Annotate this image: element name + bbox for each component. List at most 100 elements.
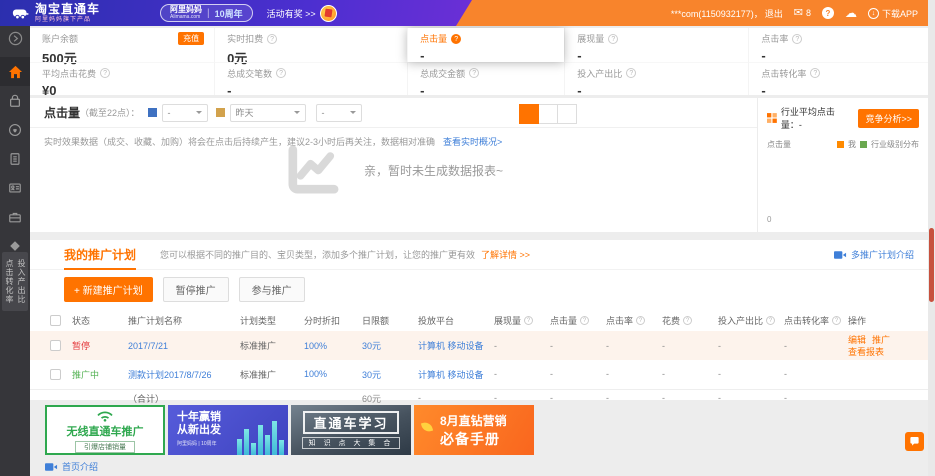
mail-icon: ✉ [794,8,803,19]
sidebar-item-home[interactable] [0,57,30,86]
info-icon[interactable]: ? [608,34,618,44]
prize-icon[interactable] [320,5,337,22]
banner-wireless-promo[interactable]: 无线直通车推广 引爆店铺销量 [45,405,165,455]
campaign-name-link[interactable]: 2017/7/21 [128,341,168,351]
info-icon[interactable]: ? [100,68,110,78]
sidebar-item-reports[interactable] [0,144,30,173]
logout-link[interactable]: 退出 [765,7,783,20]
column-header: 投入产出比? [716,309,782,331]
sidebar-item-account[interactable] [0,173,30,202]
banner-august-handbook[interactable]: 8月直钻营销 必备手册 [414,405,534,455]
stat-card[interactable]: 实时扣费 ? 0元 [214,28,407,62]
discount-link[interactable]: 100% [304,369,327,379]
learn-more-link[interactable]: 了解详情 >> [481,248,530,261]
info-icon[interactable]: ? [792,34,802,44]
download-app-button[interactable]: ↓ 下载APP [868,7,918,20]
daily-limit-link[interactable]: 30元 [362,370,381,380]
stat-card[interactable]: 投入产出比 ? - [564,62,748,96]
cloud-service-icon[interactable]: ☁ [845,7,857,19]
row-operations [846,360,928,389]
banner-ten-year[interactable]: 十年赢销 从新出发 阿里妈妈 | 10周年 [168,405,288,455]
column-header: 日限额 [360,309,416,331]
campaign-row: 推广中 测款计划2017/8/7/26 标准推广 100% 30元 计算机 移动… [30,360,928,389]
series-b-select[interactable]: - [316,104,362,122]
info-icon[interactable]: ? [832,316,841,325]
stat-value: - [227,83,397,98]
sidebar-item-favorites[interactable] [0,115,30,144]
logo-title: 淘宝直通车 [35,3,100,15]
sidebar-item-shop[interactable] [0,86,30,115]
stat-card[interactable]: 总成交金额 ? - [407,62,564,96]
sidebar-expand-button[interactable] [8,31,23,49]
page-scrollbar[interactable] [928,0,935,476]
stat-card[interactable]: 点击率 ? - [748,28,928,62]
industry-mini-chart: 0 [767,154,919,232]
series-a-select[interactable]: - [162,104,208,122]
stat-card[interactable]: 点击转化率 ? - [748,62,928,96]
stat-label: 总成交笔数 [227,67,272,80]
info-icon[interactable]: ? [636,316,645,325]
edit-link[interactable]: 编辑 [848,334,866,346]
info-icon[interactable]: ? [580,316,589,325]
promote-link[interactable]: 推广 [872,334,890,346]
platform-link[interactable]: 计算机 移动设备 [418,341,484,351]
platform-link[interactable]: 计算机 移动设备 [418,370,484,380]
device-tab[interactable] [557,104,577,124]
info-icon[interactable]: ? [524,316,533,325]
shortcut-roi[interactable]: 投入产出比 [16,259,26,304]
stat-card[interactable]: 展现量 ? - [564,28,748,62]
tab-my-campaigns[interactable]: 我的推广计划 [64,240,136,270]
stat-card[interactable]: 点击量 ? - [407,28,564,62]
info-icon[interactable]: ? [810,68,820,78]
campaign-actions: + 新建推广计划 暂停推广 参与推广 [30,270,928,309]
stat-value: - [577,83,738,98]
scrollbar-thumb[interactable] [929,228,934,302]
info-icon[interactable]: ? [766,316,775,325]
leaf-decoration [421,421,433,433]
banner-learning[interactable]: 直通车学习 知 识 点 大 集 合 [291,405,411,455]
help-icon[interactable]: ? [822,7,834,19]
stat-card[interactable]: 账户余额 ? 充值 500元 [30,28,214,62]
homepage-intro-link[interactable]: 首页介绍 [45,460,98,473]
info-icon[interactable]: ? [626,68,636,78]
stat-card[interactable]: 平均点击花费 ? ¥0 [30,62,214,96]
series-b-color-swatch [216,108,225,117]
activity-reward-link[interactable]: 活动有奖 >> [267,7,316,20]
row-checkbox[interactable] [50,369,61,380]
view-report-link[interactable]: 查看报表 [848,346,884,358]
clicks-value: - [550,369,553,379]
campaign-name-link[interactable]: 测款计划2017/8/7/26 [128,370,212,380]
info-icon[interactable]: ? [451,34,461,44]
column-header: 点击率? [604,309,660,331]
discount-link[interactable]: 100% [304,341,327,351]
recharge-button[interactable]: 充值 [178,32,204,45]
info-icon[interactable]: ? [267,34,277,44]
info-icon[interactable]: ? [276,68,286,78]
stat-label: 账户余额 [42,32,78,45]
daily-limit-link[interactable]: 30元 [362,341,381,351]
info-icon[interactable]: ? [683,316,692,325]
shortcut-click-conversion[interactable]: 点击转化率 [4,259,14,304]
row-checkbox[interactable] [50,340,61,351]
compare-date-select[interactable]: 昨天 [230,104,306,122]
sidebar-item-tools[interactable] [0,202,30,231]
multi-campaign-intro-link[interactable]: 多推广计划介绍 [834,248,914,261]
mail-button[interactable]: ✉ 8 [794,8,811,19]
device-tab[interactable] [519,104,539,124]
report-icon [8,152,22,166]
info-icon[interactable]: ? [469,68,479,78]
app-logo[interactable]: 淘宝直通车 阿里妈妈旗下产品 [12,3,100,23]
user-name: ***com(1150932177)， [671,7,763,20]
device-tab[interactable] [538,104,558,124]
customer-service-button[interactable] [905,432,924,451]
chart-empty-state: 亲，暂时未生成数据报表~ [30,146,757,194]
stat-card[interactable]: 总成交笔数 ? - [214,62,407,96]
cvr-value: - [784,369,787,379]
competition-analysis-button[interactable]: 竞争分析>> [858,109,919,128]
pause-campaign-button[interactable]: 暂停推广 [163,277,229,302]
new-campaign-button[interactable]: + 新建推广计划 [64,277,153,302]
table-header-row: 状态推广计划名称计划类型分时折扣日限额投放平台展现量?点击量?点击率?花费?投入… [30,309,928,331]
join-campaign-button[interactable]: 参与推广 [239,277,305,302]
anniversary-badge[interactable]: 阿里妈妈 Alimama.com | 10周年 [160,4,253,22]
select-all-checkbox[interactable] [50,315,61,326]
